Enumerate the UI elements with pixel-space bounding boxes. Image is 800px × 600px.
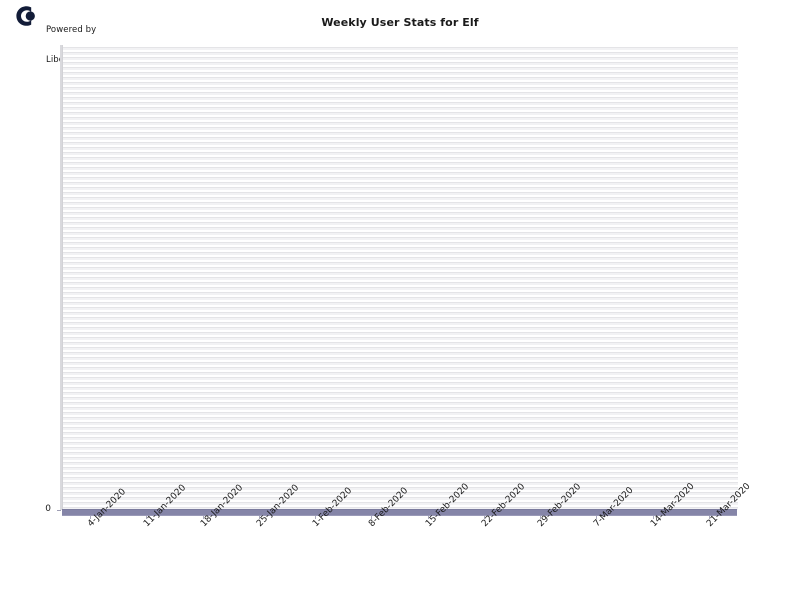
chart-title: Weekly User Stats for Elf (321, 16, 479, 29)
y-axis-tick-mark (57, 510, 61, 511)
x-axis: 4-Jan-2020 11-Jan-2020 18-Jan-2020 25-Jan-2… (62, 482, 753, 600)
chart-canvas: Powered by Libchart Weekly User Stats fo… (0, 0, 800, 600)
y-axis-tick-label: 0 (45, 504, 51, 514)
plot-area (62, 45, 738, 510)
y-axis: 0 (0, 0, 62, 560)
